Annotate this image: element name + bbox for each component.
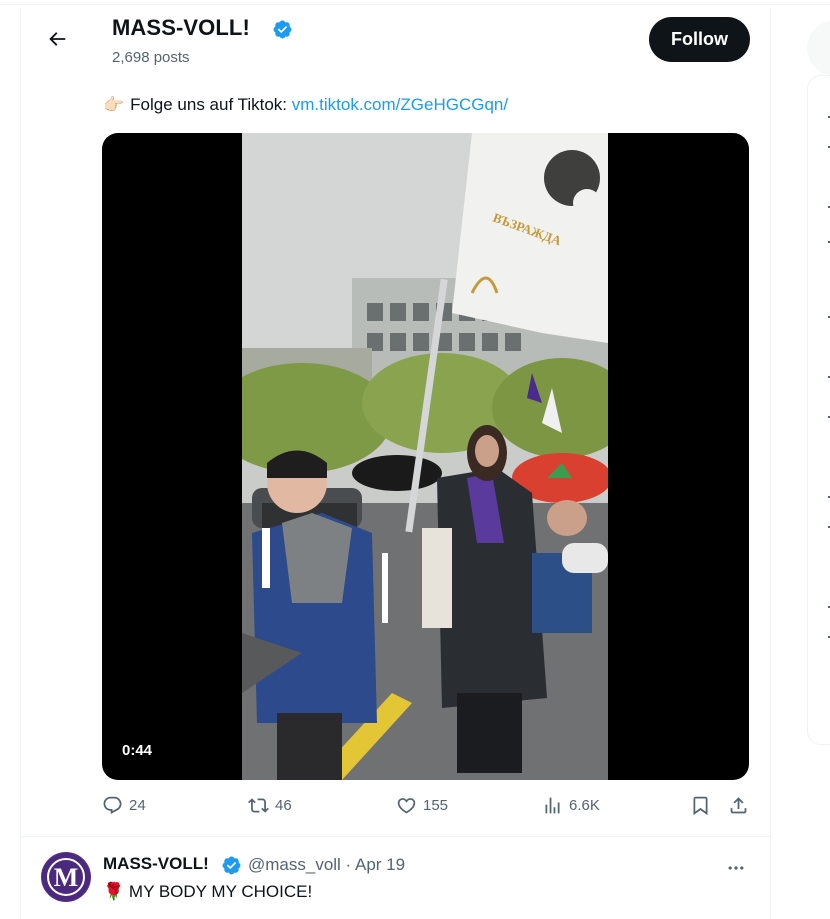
heart-icon — [397, 798, 416, 814]
pointing-hand-emoji: 👉🏻 — [103, 95, 125, 114]
repost-count: 46 — [275, 797, 292, 814]
like-count: 155 — [423, 797, 449, 814]
reply-count: 24 — [129, 797, 146, 814]
views-button[interactable]: 6.6K — [542, 795, 600, 816]
share-button[interactable] — [728, 795, 755, 816]
view-count: 6.6K — [569, 797, 600, 814]
more-icon — [728, 866, 744, 870]
reply-text: 🌹 MY BODY MY CHOICE! — [103, 882, 312, 902]
arrow-left-icon — [49, 32, 66, 46]
reply-text-content: MY BODY MY CHOICE! — [128, 882, 313, 901]
page-title: MASS-VOLL! — [112, 15, 250, 40]
video-player[interactable]: ВЪЗРАЖДА 0:44 — [102, 133, 749, 780]
video-frame[interactable]: ВЪЗРАЖДА — [242, 133, 608, 780]
tweet-text: 👉🏻 Folge uns auf Tiktok: vm.tiktok.com/ZG… — [103, 94, 508, 116]
rose-emoji: 🌹 — [103, 882, 125, 901]
tweet-text-prefix: Folge uns auf Tiktok: — [130, 95, 292, 114]
repost-button[interactable]: 46 — [248, 795, 292, 816]
reply-button[interactable]: 24 — [102, 795, 146, 816]
reply-author-name[interactable]: MASS-VOLL! — [103, 854, 209, 874]
avatar[interactable]: M — [41, 852, 91, 902]
divider — [21, 836, 770, 837]
main-column: MASS-VOLL! 2,698 posts Follow 👉🏻 Folge un… — [20, 8, 771, 919]
follow-button[interactable]: Follow — [649, 17, 750, 62]
like-button[interactable]: 155 — [396, 795, 448, 816]
more-button[interactable] — [726, 858, 746, 883]
next-tweet[interactable]: M MASS-VOLL! @mass_voll · Apr 19 🌹 MY BO… — [21, 838, 770, 919]
video-duration: 0:44 — [116, 739, 159, 762]
video-scene: ВЪЗРАЖДА — [242, 133, 608, 780]
views-icon — [545, 797, 560, 814]
tweet-actions: 24 46 155 6.6K — [102, 795, 752, 821]
top-divider — [0, 4, 830, 5]
bookmark-button[interactable] — [690, 795, 717, 816]
verified-badge-icon — [222, 856, 241, 875]
profile-header: MASS-VOLL! 2,698 posts Follow — [21, 8, 770, 74]
bookmark-icon — [693, 796, 708, 816]
repost-icon — [248, 798, 269, 813]
verified-badge-icon — [273, 20, 292, 39]
right-sidebar — [807, 8, 830, 919]
avatar-logo-icon: M — [42, 853, 90, 901]
share-icon — [730, 797, 747, 814]
search-box[interactable] — [807, 20, 830, 76]
svg-text:M: M — [54, 863, 79, 892]
tiktok-link[interactable]: vm.tiktok.com/ZGeHGCGqn/ — [292, 95, 508, 114]
reply-handle-time[interactable]: @mass_voll · Apr 19 — [248, 855, 405, 875]
reply-icon — [103, 796, 122, 814]
trends-panel — [807, 75, 830, 745]
post-count: 2,698 posts — [112, 49, 190, 66]
back-button[interactable] — [41, 23, 73, 55]
